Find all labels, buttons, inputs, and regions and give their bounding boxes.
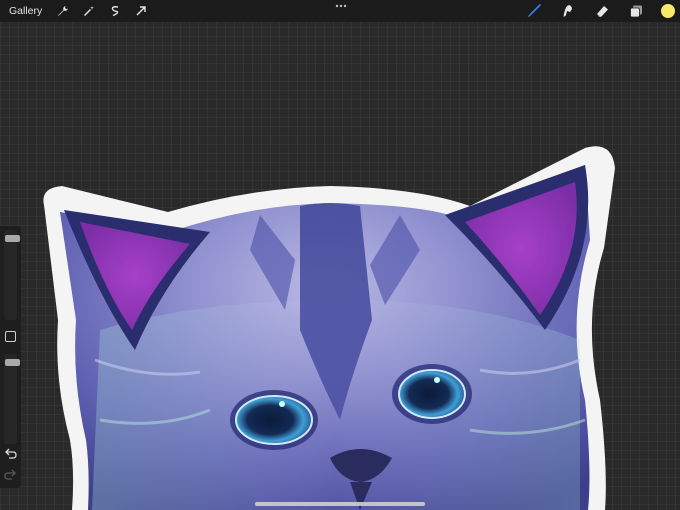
left-sidebar bbox=[0, 226, 21, 488]
selection-icon[interactable] bbox=[107, 3, 123, 19]
wrench-icon[interactable] bbox=[55, 3, 71, 19]
gallery-button[interactable]: Gallery bbox=[9, 5, 42, 17]
top-toolbar: Gallery bbox=[0, 0, 680, 22]
layers-icon[interactable] bbox=[627, 2, 645, 20]
brush-size-thumb[interactable] bbox=[5, 235, 20, 242]
transform-arrow-icon[interactable] bbox=[133, 3, 149, 19]
magic-wand-icon[interactable] bbox=[81, 3, 97, 19]
drawing-canvas[interactable] bbox=[0, 0, 680, 510]
home-indicator[interactable] bbox=[255, 502, 425, 506]
color-swatch[interactable] bbox=[661, 4, 675, 18]
cat-artwork[interactable] bbox=[0, 0, 680, 510]
smudge-icon[interactable] bbox=[559, 2, 577, 20]
eraser-icon[interactable] bbox=[593, 2, 611, 20]
left-eye bbox=[235, 395, 313, 445]
opacity-thumb[interactable] bbox=[5, 359, 20, 366]
redo-icon[interactable] bbox=[4, 469, 17, 481]
right-eye bbox=[398, 369, 466, 419]
tool-group bbox=[517, 0, 680, 22]
procreate-app: Gallery bbox=[0, 0, 680, 510]
brush-size-slider[interactable] bbox=[4, 230, 20, 320]
brush-icon[interactable] bbox=[525, 2, 543, 20]
more-options-handle[interactable] bbox=[334, 3, 348, 9]
undo-icon[interactable] bbox=[4, 448, 17, 460]
opacity-slider[interactable] bbox=[4, 354, 20, 444]
modify-button[interactable] bbox=[5, 331, 16, 342]
